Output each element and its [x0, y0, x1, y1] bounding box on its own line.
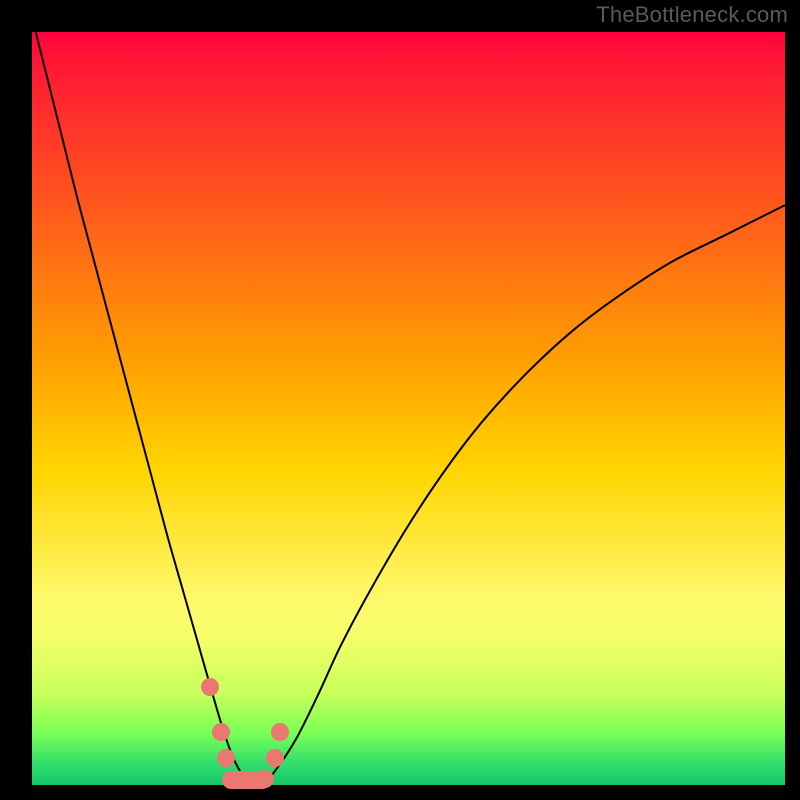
curve-marker	[212, 723, 230, 741]
curve-marker	[256, 770, 274, 788]
curve-marker	[217, 749, 235, 767]
curve-marker	[271, 723, 289, 741]
bottleneck-curve-svg	[32, 32, 785, 785]
attribution-text: TheBottleneck.com	[596, 2, 788, 28]
bottleneck-curve-path	[32, 32, 785, 785]
curve-marker	[266, 749, 284, 767]
curve-marker	[201, 678, 219, 696]
